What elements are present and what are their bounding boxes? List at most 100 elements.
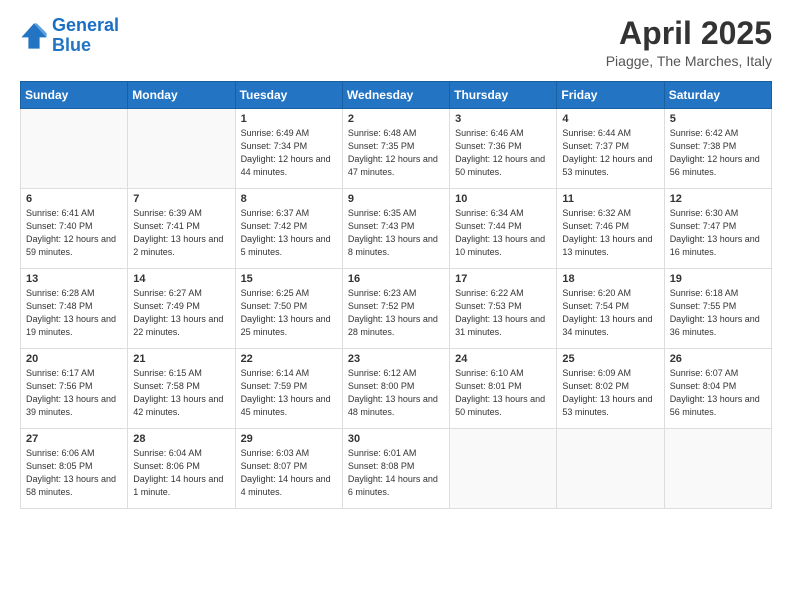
day-info: Sunrise: 6:34 AMSunset: 7:44 PMDaylight:…	[455, 207, 551, 259]
day-number: 13	[26, 273, 122, 285]
day-info: Sunrise: 6:39 AMSunset: 7:41 PMDaylight:…	[133, 207, 229, 259]
calendar-week-row: 20 Sunrise: 6:17 AMSunset: 7:56 PMDayligh…	[21, 349, 772, 429]
logo-line2: Blue	[52, 35, 91, 55]
day-info: Sunrise: 6:18 AMSunset: 7:55 PMDaylight:…	[670, 287, 766, 339]
day-number: 12	[670, 193, 766, 205]
day-number: 8	[241, 193, 337, 205]
table-row	[450, 429, 557, 509]
table-row: 27 Sunrise: 6:06 AMSunset: 8:05 PMDayligh…	[21, 429, 128, 509]
calendar-header-row: Sunday Monday Tuesday Wednesday Thursday…	[21, 82, 772, 109]
day-number: 3	[455, 113, 551, 125]
day-number: 27	[26, 433, 122, 445]
table-row: 1Sunrise: 6:49 AMSunset: 7:34 PMDaylight…	[235, 109, 342, 189]
table-row	[664, 429, 771, 509]
calendar-table: Sunday Monday Tuesday Wednesday Thursday…	[20, 81, 772, 509]
table-row: 14 Sunrise: 6:27 AMSunset: 7:49 PMDayligh…	[128, 269, 235, 349]
table-row: 2 Sunrise: 6:48 AMSunset: 7:35 PMDaylight…	[342, 109, 449, 189]
col-sunday: Sunday	[21, 82, 128, 109]
table-row: 17Sunrise: 6:22 AMSunset: 7:53 PMDayligh…	[450, 269, 557, 349]
day-number: 28	[133, 433, 229, 445]
table-row	[128, 109, 235, 189]
logo-text: General Blue	[52, 16, 119, 56]
day-info: Sunrise: 6:10 AMSunset: 8:01 PMDaylight:…	[455, 367, 551, 419]
month-title: April 2025	[606, 16, 772, 51]
day-info: Sunrise: 6:42 AMSunset: 7:38 PMDaylight:…	[670, 127, 766, 179]
day-info: Sunrise: 6:35 AMSunset: 7:43 PMDaylight:…	[348, 207, 444, 259]
day-info: Sunrise: 6:27 AMSunset: 7:49 PMDaylight:…	[133, 287, 229, 339]
calendar-week-row: 27 Sunrise: 6:06 AMSunset: 8:05 PMDayligh…	[21, 429, 772, 509]
day-info: Sunrise: 6:32 AMSunset: 7:46 PMDaylight:…	[562, 207, 658, 259]
day-info: Sunrise: 6:12 AMSunset: 8:00 PMDaylight:…	[348, 367, 444, 419]
day-number: 16	[348, 273, 444, 285]
day-info: Sunrise: 6:28 AMSunset: 7:48 PMDaylight:…	[26, 287, 122, 339]
day-info: Sunrise: 6:03 AMSunset: 8:07 PMDaylight:…	[241, 447, 337, 499]
table-row: 29 Sunrise: 6:03 AMSunset: 8:07 PMDayligh…	[235, 429, 342, 509]
table-row: 7 Sunrise: 6:39 AMSunset: 7:41 PMDaylight…	[128, 189, 235, 269]
day-number: 2	[348, 113, 444, 125]
day-number: 18	[562, 273, 658, 285]
table-row: 6Sunrise: 6:41 AMSunset: 7:40 PMDaylight…	[21, 189, 128, 269]
day-number: 21	[133, 353, 229, 365]
table-row	[21, 109, 128, 189]
table-row: 13 Sunrise: 6:28 AMSunset: 7:48 PMDayligh…	[21, 269, 128, 349]
table-row: 19Sunrise: 6:18 AMSunset: 7:55 PMDayligh…	[664, 269, 771, 349]
table-row: 23Sunrise: 6:12 AMSunset: 8:00 PMDayligh…	[342, 349, 449, 429]
day-info: Sunrise: 6:15 AMSunset: 7:58 PMDaylight:…	[133, 367, 229, 419]
calendar-week-row: 6Sunrise: 6:41 AMSunset: 7:40 PMDaylight…	[21, 189, 772, 269]
day-number: 17	[455, 273, 551, 285]
table-row: 10Sunrise: 6:34 AMSunset: 7:44 PMDayligh…	[450, 189, 557, 269]
table-row: 5 Sunrise: 6:42 AMSunset: 7:38 PMDaylight…	[664, 109, 771, 189]
day-info: Sunrise: 6:37 AMSunset: 7:42 PMDaylight:…	[241, 207, 337, 259]
day-number: 7	[133, 193, 229, 205]
day-number: 15	[241, 273, 337, 285]
table-row: 18Sunrise: 6:20 AMSunset: 7:54 PMDayligh…	[557, 269, 664, 349]
table-row: 16 Sunrise: 6:23 AMSunset: 7:52 PMDayligh…	[342, 269, 449, 349]
table-row: 21 Sunrise: 6:15 AMSunset: 7:58 PMDayligh…	[128, 349, 235, 429]
day-number: 9	[348, 193, 444, 205]
day-number: 26	[670, 353, 766, 365]
table-row: 12 Sunrise: 6:30 AMSunset: 7:47 PMDayligh…	[664, 189, 771, 269]
col-wednesday: Wednesday	[342, 82, 449, 109]
day-info: Sunrise: 6:09 AMSunset: 8:02 PMDaylight:…	[562, 367, 658, 419]
table-row: 24 Sunrise: 6:10 AMSunset: 8:01 PMDayligh…	[450, 349, 557, 429]
table-row: 3 Sunrise: 6:46 AMSunset: 7:36 PMDaylight…	[450, 109, 557, 189]
day-info: Sunrise: 6:41 AMSunset: 7:40 PMDaylight:…	[26, 207, 122, 259]
day-info: Sunrise: 6:04 AMSunset: 8:06 PMDaylight:…	[133, 447, 229, 499]
day-number: 14	[133, 273, 229, 285]
table-row: 8 Sunrise: 6:37 AMSunset: 7:42 PMDaylight…	[235, 189, 342, 269]
day-info: Sunrise: 6:06 AMSunset: 8:05 PMDaylight:…	[26, 447, 122, 499]
subtitle: Piagge, The Marches, Italy	[606, 53, 772, 69]
day-info: Sunrise: 6:44 AMSunset: 7:37 PMDaylight:…	[562, 127, 658, 179]
day-number: 22	[241, 353, 337, 365]
day-info: Sunrise: 6:07 AMSunset: 8:04 PMDaylight:…	[670, 367, 766, 419]
day-number: 25	[562, 353, 658, 365]
logo-icon	[20, 22, 48, 50]
table-row: 28 Sunrise: 6:04 AMSunset: 8:06 PMDayligh…	[128, 429, 235, 509]
day-info: Sunrise: 6:48 AMSunset: 7:35 PMDaylight:…	[348, 127, 444, 179]
day-number: 5	[670, 113, 766, 125]
day-number: 29	[241, 433, 337, 445]
table-row	[557, 429, 664, 509]
day-info: Sunrise: 6:30 AMSunset: 7:47 PMDaylight:…	[670, 207, 766, 259]
day-info: Sunrise: 6:01 AMSunset: 8:08 PMDaylight:…	[348, 447, 444, 499]
day-info: Sunrise: 6:25 AMSunset: 7:50 PMDaylight:…	[241, 287, 337, 339]
page: General Blue April 2025 Piagge, The Marc…	[0, 0, 792, 612]
table-row: 22 Sunrise: 6:14 AMSunset: 7:59 PMDayligh…	[235, 349, 342, 429]
table-row: 11Sunrise: 6:32 AMSunset: 7:46 PMDayligh…	[557, 189, 664, 269]
table-row: 30Sunrise: 6:01 AMSunset: 8:08 PMDayligh…	[342, 429, 449, 509]
col-thursday: Thursday	[450, 82, 557, 109]
day-number: 24	[455, 353, 551, 365]
day-number: 20	[26, 353, 122, 365]
table-row: 20 Sunrise: 6:17 AMSunset: 7:56 PMDayligh…	[21, 349, 128, 429]
day-info: Sunrise: 6:17 AMSunset: 7:56 PMDaylight:…	[26, 367, 122, 419]
col-tuesday: Tuesday	[235, 82, 342, 109]
table-row: 4Sunrise: 6:44 AMSunset: 7:37 PMDaylight…	[557, 109, 664, 189]
day-info: Sunrise: 6:46 AMSunset: 7:36 PMDaylight:…	[455, 127, 551, 179]
col-saturday: Saturday	[664, 82, 771, 109]
calendar-week-row: 1Sunrise: 6:49 AMSunset: 7:34 PMDaylight…	[21, 109, 772, 189]
table-row: 9 Sunrise: 6:35 AMSunset: 7:43 PMDaylight…	[342, 189, 449, 269]
day-info: Sunrise: 6:14 AMSunset: 7:59 PMDaylight:…	[241, 367, 337, 419]
day-info: Sunrise: 6:49 AMSunset: 7:34 PMDaylight:…	[241, 127, 337, 179]
day-info: Sunrise: 6:23 AMSunset: 7:52 PMDaylight:…	[348, 287, 444, 339]
table-row: 25 Sunrise: 6:09 AMSunset: 8:02 PMDayligh…	[557, 349, 664, 429]
